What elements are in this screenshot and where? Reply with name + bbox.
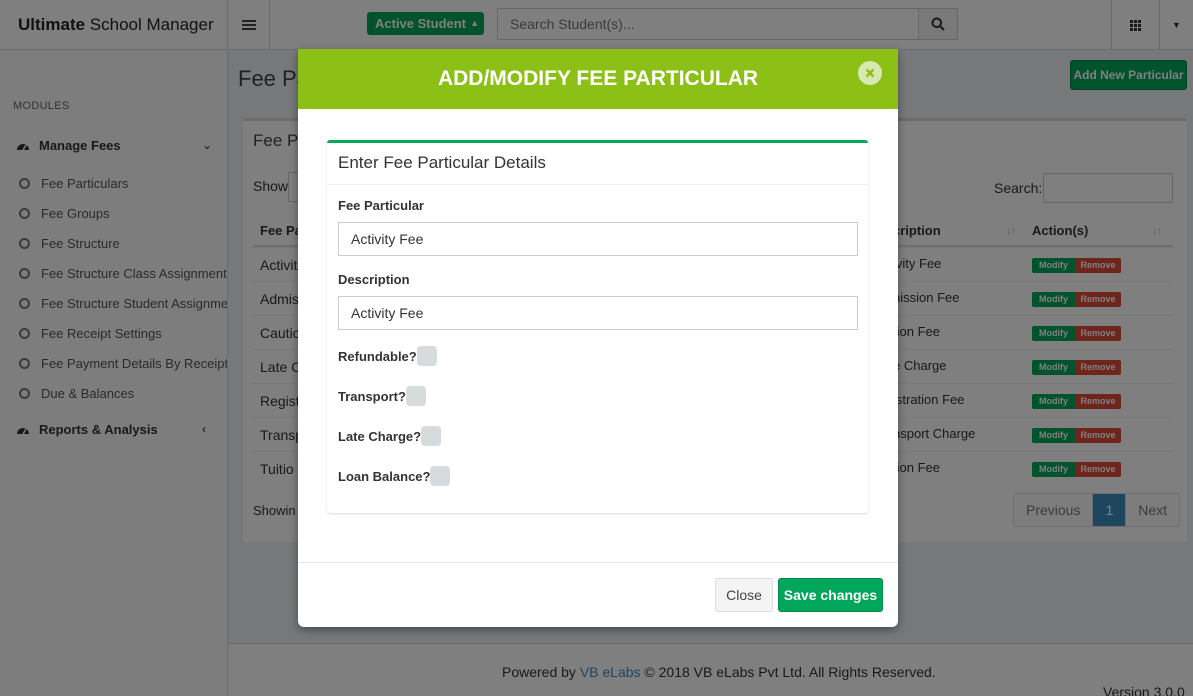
loan-balance-row: Loan Balance? — [338, 466, 451, 486]
fee-particular-label: Fee Particular — [338, 198, 424, 213]
panel-divider — [327, 184, 868, 185]
transport-row: Transport? — [338, 386, 426, 406]
transport-label: Transport? — [338, 388, 406, 404]
refundable-checkbox[interactable] — [416, 346, 437, 366]
modal-title: ADD/MODIFY FEE PARTICULAR — [437, 67, 759, 90]
late-charge-row: Late Charge? — [338, 426, 442, 446]
fee-particular-input[interactable] — [338, 222, 858, 256]
modal-close-button[interactable] — [858, 61, 882, 85]
description-label: Description — [338, 272, 410, 287]
loan-balance-checkbox[interactable] — [430, 466, 451, 486]
fee-particular-modal: ADD/MODIFY FEE PARTICULAR Enter Fee Part… — [298, 49, 898, 627]
close-icon — [865, 68, 875, 78]
late-charge-label: Late Charge? — [338, 428, 422, 444]
save-changes-button[interactable]: Save changes — [778, 578, 883, 612]
modal-footer-divider — [298, 562, 898, 563]
refundable-row: Refundable? — [338, 346, 437, 366]
fee-details-panel: Enter Fee Particular Details Fee Particu… — [327, 140, 868, 513]
loan-balance-label: Loan Balance? — [338, 468, 431, 484]
description-input[interactable] — [338, 296, 858, 330]
close-button[interactable]: Close — [715, 578, 773, 612]
transport-checkbox[interactable] — [405, 386, 426, 406]
panel-title: Enter Fee Particular Details — [338, 153, 546, 172]
late-charge-checkbox[interactable] — [421, 426, 442, 446]
modal-header: ADD/MODIFY FEE PARTICULAR — [298, 49, 898, 109]
refundable-label: Refundable? — [338, 348, 417, 364]
